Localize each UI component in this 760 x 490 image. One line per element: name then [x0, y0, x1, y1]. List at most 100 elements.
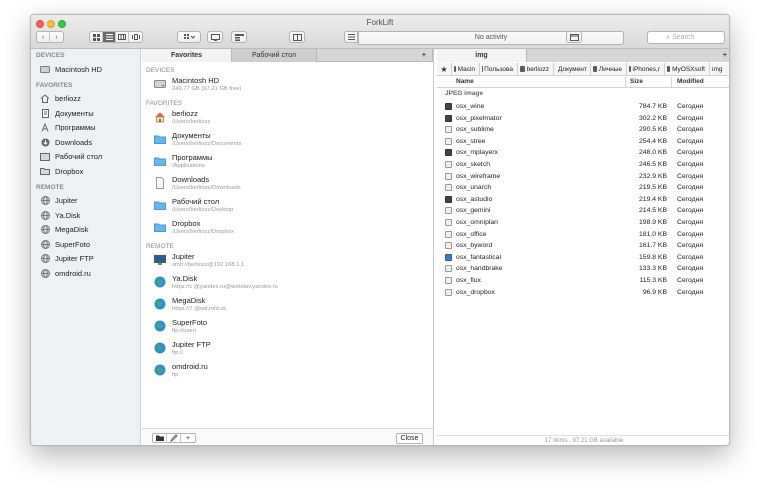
item-name: Downloads — [172, 175, 210, 184]
sidebar-toggle-button[interactable] — [566, 31, 582, 43]
globe-icon — [154, 342, 166, 354]
sidebar-item-documents[interactable]: Документы — [31, 106, 140, 121]
icon-view-button[interactable] — [90, 32, 103, 42]
arrange-button[interactable] — [177, 31, 201, 43]
list-item-berliozz[interactable]: berliozz/Users/berliozz — [142, 109, 433, 131]
right-pane: img + ★ Macin Пользова berliozz Документ… — [437, 49, 729, 445]
sidebar-item-yadisk[interactable]: Ya.Disk — [31, 208, 140, 223]
file-name: osx_fantastical — [456, 253, 501, 261]
list-item-macintosh-hd[interactable]: Macintosh HD 249.77 GB (97.21 GB free) — [142, 76, 433, 98]
sidebar-item-desktop[interactable]: Рабочий стол — [31, 150, 140, 165]
image-file-icon — [445, 126, 452, 134]
file-size: 96.9 KB — [642, 288, 667, 296]
breadcrumb-item[interactable]: Пользова — [479, 63, 517, 75]
table-row[interactable]: osx_gemini 214.5 KB Сегодня — [437, 205, 729, 217]
item-name: Macintosh HD — [172, 76, 220, 85]
activity-menu-button[interactable] — [344, 31, 358, 43]
table-row[interactable]: osx_stree 254.4 KB Сегодня — [437, 136, 729, 148]
sidebar-item-label: Программы — [55, 123, 96, 133]
back-button[interactable]: ‹ — [37, 32, 50, 42]
sidebar: DEVICES Macintosh HD FAVORITES berliozz … — [31, 49, 141, 445]
table-row[interactable]: osx_office 181.0 KB Сегодня — [437, 229, 729, 241]
table-row[interactable]: osx_pixelmator 302.2 KB Сегодня — [437, 113, 729, 125]
file-size: 254.4 KB — [639, 137, 667, 145]
list-item-desktop[interactable]: Рабочий стол/Users/berliozz/Desktop — [142, 197, 433, 219]
sidebar-item-macintosh-hd[interactable]: Macintosh HD — [31, 62, 140, 77]
list-item-downloads[interactable]: Downloads/Users/berliozz/Downloads — [142, 175, 433, 197]
image-file-icon — [445, 276, 452, 284]
breadcrumb-item[interactable]: iPhones,r — [626, 63, 664, 75]
icon-view-icon — [92, 33, 100, 41]
table-row[interactable]: osx_flux 115.3 KB Сегодня — [437, 275, 729, 287]
list-item-jupiter[interactable]: Jupiter smb://berliozz@192.168.1.1 — [142, 252, 433, 274]
sidebar-item-dropbox[interactable]: Dropbox — [31, 164, 140, 179]
list-item-dropbox[interactable]: Dropbox/Users/berliozz/Dropbox — [142, 219, 433, 241]
edit-button[interactable] — [167, 434, 181, 442]
sidebar-item-jupiter-ftp[interactable]: Jupiter FTP — [31, 252, 140, 267]
sync-button[interactable] — [231, 31, 247, 43]
tab-img[interactable]: img — [437, 49, 527, 62]
file-modified: Сегодня — [677, 172, 704, 180]
toggle-panes-button[interactable] — [289, 31, 305, 43]
breadcrumb-item[interactable]: img — [709, 63, 726, 75]
folder-icon — [154, 221, 166, 233]
sidebar-item-berliozz[interactable]: berliozz — [31, 92, 140, 107]
sidebar-item-downloads[interactable]: Downloads — [31, 135, 140, 150]
sidebar-item-superfoto[interactable]: SuperFoto — [31, 237, 140, 252]
sidebar-item-omdroid[interactable]: omdroid.ru — [31, 266, 140, 281]
breadcrumb-item[interactable]: Личные — [590, 63, 626, 75]
table-row[interactable]: osx_sublime 290.5 KB Сегодня — [437, 124, 729, 136]
column-name[interactable]: Name — [456, 78, 474, 85]
list-item-applications[interactable]: Программы/Applications — [142, 153, 433, 175]
item-detail: https://c @yandex.ru@webdav.yandex.ru — [172, 284, 278, 290]
column-divider[interactable] — [625, 77, 626, 88]
table-row[interactable]: osx_fantastical 159.8 KB Сегодня — [437, 252, 729, 264]
table-row[interactable]: osx_omniplan 198.9 KB Сегодня — [437, 217, 729, 229]
sidebar-item-applications[interactable]: Программы — [31, 121, 140, 136]
breadcrumb-item[interactable]: Документ — [553, 63, 590, 75]
list-item-omdroid[interactable]: omdroid.ru ftp — [142, 362, 433, 384]
list-item-jupiter-ftp[interactable]: Jupiter FTP ftp:// — [142, 340, 433, 362]
coverflow-view-button[interactable] — [129, 32, 142, 42]
table-row[interactable]: osx_unarch 219.5 KB Сегодня — [437, 182, 729, 194]
breadcrumb-item[interactable]: MyOSXsoft — [664, 63, 709, 75]
forward-button[interactable]: › — [50, 32, 63, 42]
column-view-button[interactable] — [116, 32, 129, 42]
breadcrumb-item[interactable]: Macin — [451, 63, 479, 75]
search-field[interactable]: ⌕ Search — [647, 31, 725, 44]
new-folder-button[interactable] — [153, 434, 167, 442]
table-row[interactable]: osx_byword 161.7 KB Сегодня — [437, 240, 729, 252]
table-row[interactable]: osx_astudio 219.4 KB Сегодня — [437, 194, 729, 206]
connect-button[interactable] — [207, 31, 223, 43]
sidebar-item-label: Рабочий стол — [55, 152, 103, 162]
group-header: JPEG image — [445, 90, 483, 97]
list-item-documents[interactable]: Документы/Users/berliozz/Documents — [142, 131, 433, 153]
favorite-star-icon[interactable]: ★ — [437, 65, 451, 74]
sidebar-item-megadisk[interactable]: MegaDisk — [31, 223, 140, 238]
add-favorite-button[interactable]: + — [181, 434, 195, 442]
tab-desktop[interactable]: Рабочий стол — [232, 49, 317, 62]
table-row[interactable]: osx_wireframe 232.9 KB Сегодня — [437, 171, 729, 183]
close-button[interactable]: Close — [396, 433, 423, 444]
table-row[interactable]: osx_wine 784.7 KB Сегодня — [437, 101, 729, 113]
list-view-button[interactable] — [103, 32, 116, 42]
file-name: osx_office — [456, 230, 487, 238]
tab-favorites[interactable]: Favorites — [142, 49, 232, 62]
column-divider[interactable] — [671, 77, 672, 88]
breadcrumb-item[interactable]: berliozz — [517, 63, 553, 75]
list-item-megadisk[interactable]: MegaDisk https://7 @wd.mfd.sk — [142, 296, 433, 318]
sidebar-item-jupiter[interactable]: Jupiter — [31, 194, 140, 209]
column-modified[interactable]: Modified — [677, 78, 704, 85]
globe-icon — [40, 268, 50, 278]
add-tab-button[interactable]: + — [317, 49, 433, 62]
table-row[interactable]: osx_mplayerx 248.0 KB Сегодня — [437, 147, 729, 159]
column-size[interactable]: Size — [630, 78, 643, 85]
file-modified: Сегодня — [677, 160, 704, 168]
table-row[interactable]: osx_handbrake 133.3 KB Сегодня — [437, 263, 729, 275]
column-view-icon — [118, 34, 126, 40]
list-item-yadisk[interactable]: Ya.Disk https://c @yandex.ru@webdav.yande… — [142, 274, 433, 296]
add-tab-button[interactable]: + — [527, 49, 729, 62]
table-row[interactable]: osx_sketch 246.5 KB Сегодня — [437, 159, 729, 171]
list-item-superfoto[interactable]: SuperFoto ftp://user( — [142, 318, 433, 340]
table-row[interactable]: osx_dropbox 96.9 KB Сегодня — [437, 287, 729, 299]
